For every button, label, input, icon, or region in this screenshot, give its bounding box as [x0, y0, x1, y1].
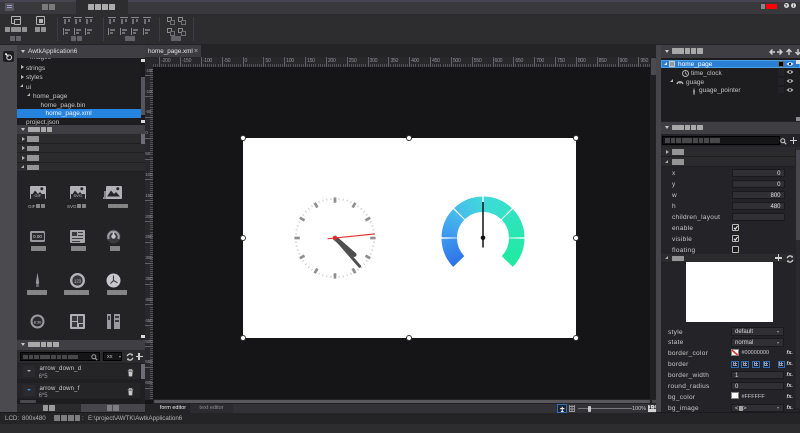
svg-text:123: 123	[74, 279, 82, 284]
svg-text:8:30: 8:30	[34, 320, 43, 325]
